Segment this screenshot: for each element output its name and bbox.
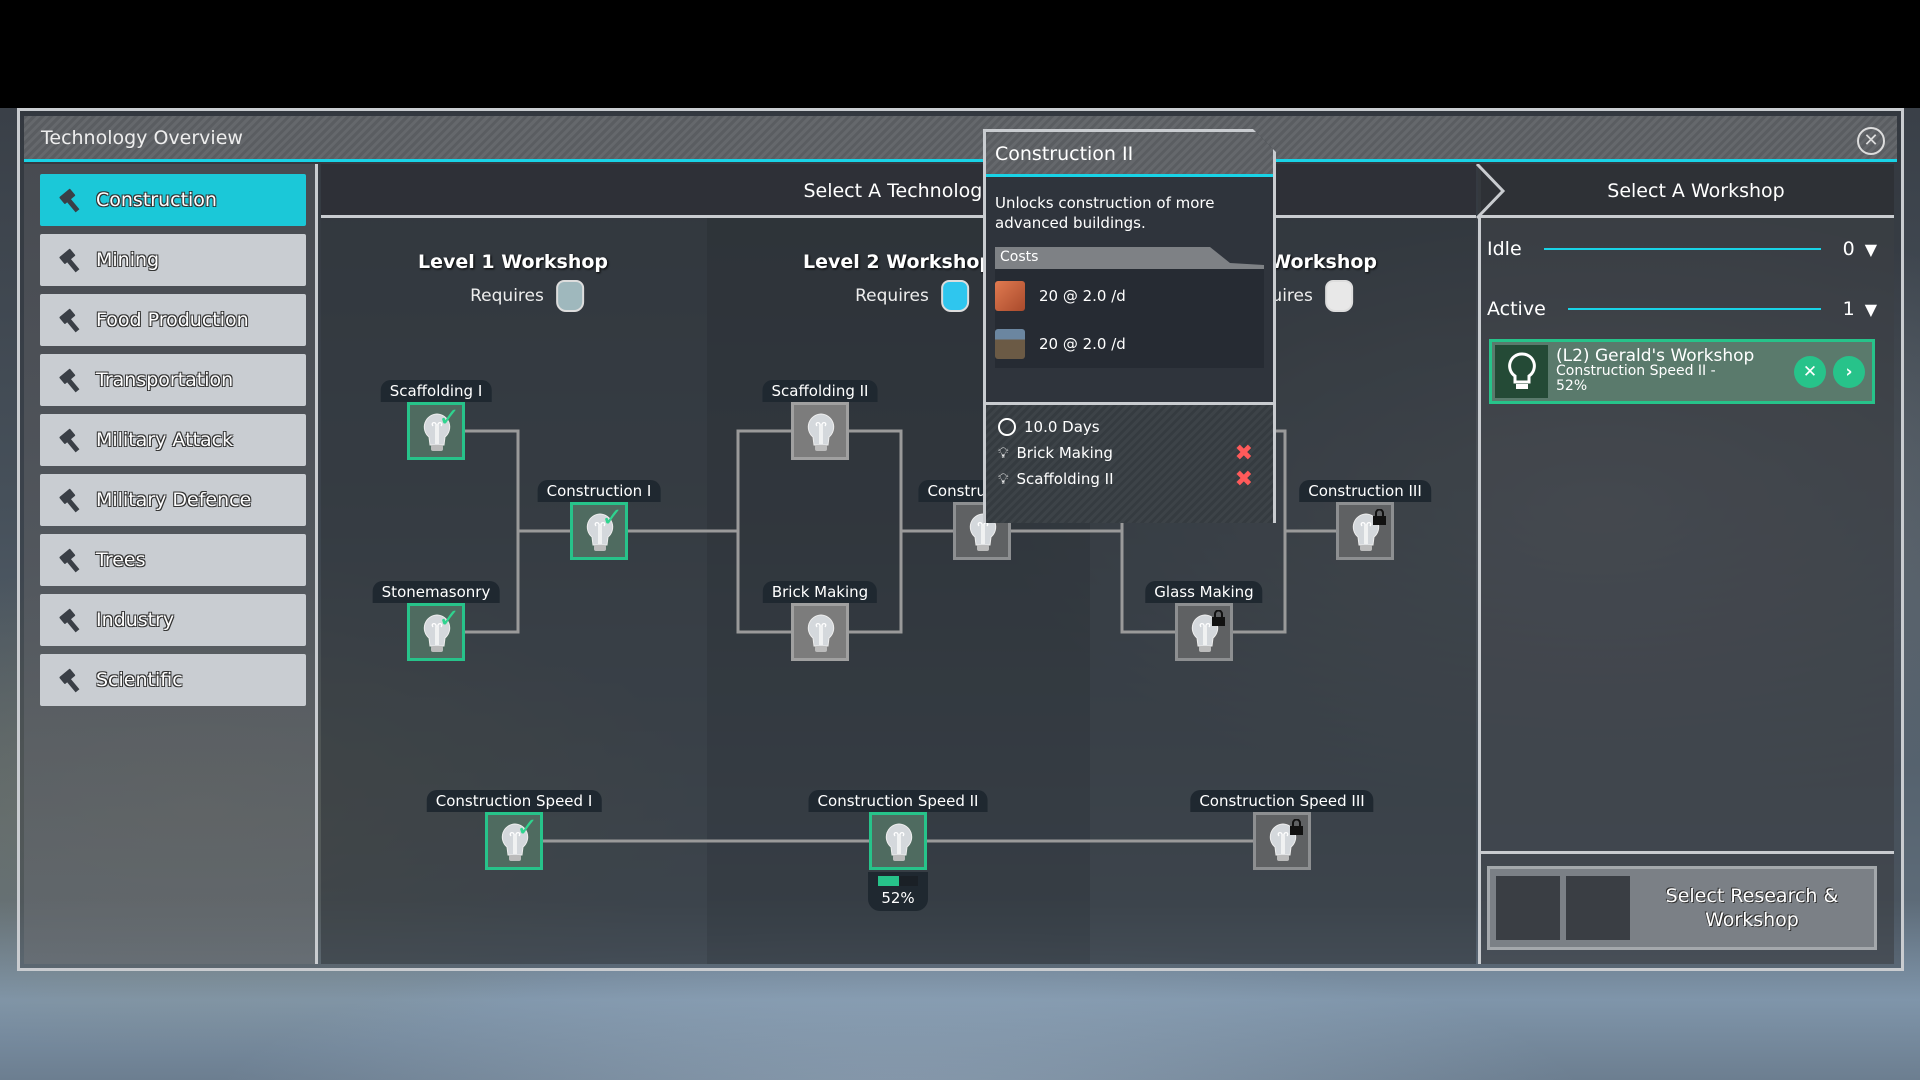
workshop-jar-icon [1324,280,1353,312]
checkmark-icon: ✓ [438,403,460,433]
workshop-slot [1566,876,1630,940]
costs-label: Costs [995,247,1264,269]
workshop-card[interactable]: (L2) Gerald's Workshop Construction Spee… [1489,339,1875,404]
tech-node-construction-speed-ii[interactable] [869,812,927,870]
progress-text: 52% [881,889,915,907]
requires-label: Requires [855,286,929,306]
active-count: 1 [1842,298,1855,320]
divider-line [1567,308,1821,310]
level-title: Level 2 Workshop [802,251,994,273]
tooltip-description: Unlocks construction of more advanced bu… [995,194,1215,232]
tech-node-brick-making[interactable] [791,603,849,661]
prerequisite-row: 💡︎ Brick Making ✖ [998,441,1263,466]
select-button-label: Select Research & Workshop [1665,885,1839,931]
unmet-x-icon: ✖ [1234,466,1253,492]
workshop-header: Select A Workshop [1478,164,1894,218]
tech-node-construction-i[interactable]: ✓ [570,502,628,560]
level-requirement: Requires [855,280,969,312]
level-title: Level 1 Workshop [417,251,609,273]
lightbulb-icon [1495,345,1548,398]
unmet-x-icon: ✖ [1234,440,1253,466]
lock-icon [1212,610,1225,626]
workshop-task: Construction Speed II - [1556,363,1716,379]
tech-node-label: Construction Speed II [808,790,988,812]
checkmark-icon: ✓ [601,503,623,533]
tech-node-scaffolding-ii[interactable] [791,402,849,460]
tech-node-label: Glass Making [1145,581,1263,603]
bricks-icon [995,281,1025,311]
tech-node-construction-speed-i[interactable]: ✓ [485,812,543,870]
tech-node-label: Construction III [1299,480,1431,502]
tech-node-label: Scaffolding II [762,380,878,402]
tech-node-label: Construction I [537,480,661,502]
active-section[interactable]: Active 1 ▼ [1487,298,1877,320]
workshop-name: (L2) Gerald's Workshop [1556,346,1755,366]
tech-node-glass-making[interactable] [1175,603,1233,661]
cost-amount: 20 @ 2.0 /d [1039,335,1126,353]
lock-icon [1373,509,1386,525]
tech-node-construction-speed-iii[interactable] [1253,812,1311,870]
tech-tooltip: Construction II Unlocks construction of … [983,129,1276,523]
duration-row: 10.0 Days [998,418,1263,436]
tech-node-label: Construction Speed III [1190,790,1374,812]
cancel-research-button[interactable]: ✕ [1794,355,1826,388]
tech-node-label: Stonemasonry [372,581,500,603]
research-slot [1496,876,1560,940]
panel-divider [1478,851,1894,854]
tech-node-construction-iii[interactable] [1336,502,1394,560]
clock-icon [998,418,1016,436]
lightbulb-icon [885,823,913,861]
lightbulb-icon [807,413,835,451]
tech-node-stonemasonry[interactable]: ✓ [407,603,465,661]
research-progress: 52% [868,872,928,911]
lightbulb-icon: 💡︎ [998,470,1009,488]
requirements-section: 10.0 Days 💡︎ Brick Making ✖ 💡︎ Scaffolding … [986,402,1273,523]
duration: 10.0 Days [1024,418,1100,436]
active-label: Active [1487,298,1546,320]
prerequisite-label: Scaffolding II [1016,470,1114,488]
tech-node-scaffolding-i[interactable]: ✓ [407,402,465,460]
tech-node-label: Brick Making [762,581,878,603]
tech-node-label: Construction Speed I [426,790,602,812]
workshop-jar-icon [940,280,969,312]
cost-row: 20 @ 2.0 /d [995,281,1126,311]
chevron-down-icon[interactable]: ▼ [1865,300,1877,319]
prerequisite-label: Brick Making [1016,444,1113,462]
level-requirement: Requires [470,280,584,312]
chevron-down-icon[interactable]: ▼ [1865,240,1877,259]
idle-count: 0 [1842,238,1855,260]
arrow-divider [1475,164,1506,220]
stone-crate-icon [995,329,1025,359]
workshop-jar-icon [555,280,584,312]
go-to-workshop-button[interactable]: › [1833,355,1865,388]
cost-amount: 20 @ 2.0 /d [1039,287,1126,305]
select-research-workshop-button[interactable]: Select Research & Workshop [1487,866,1877,950]
checkmark-icon: ✓ [438,604,460,634]
lock-icon [1290,819,1303,835]
lightbulb-icon: 💡︎ [998,444,1009,462]
idle-label: Idle [1487,238,1522,260]
divider-line [1543,248,1821,250]
workshop-progress: 52% [1556,378,1588,394]
cost-row: 20 @ 2.0 /d [995,329,1126,359]
requires-label: Requires [470,286,544,306]
progress-bar [878,876,918,886]
checkmark-icon: ✓ [516,813,538,843]
progress-fill [878,876,899,886]
idle-section[interactable]: Idle 0 ▼ [1487,238,1877,260]
lightbulb-icon [807,614,835,652]
tooltip-title: Construction II [986,132,1273,177]
prerequisite-row: 💡︎ Scaffolding II ✖ [998,467,1263,492]
tech-node-label: Scaffolding I [380,380,492,402]
workshop-panel [1478,164,1894,964]
